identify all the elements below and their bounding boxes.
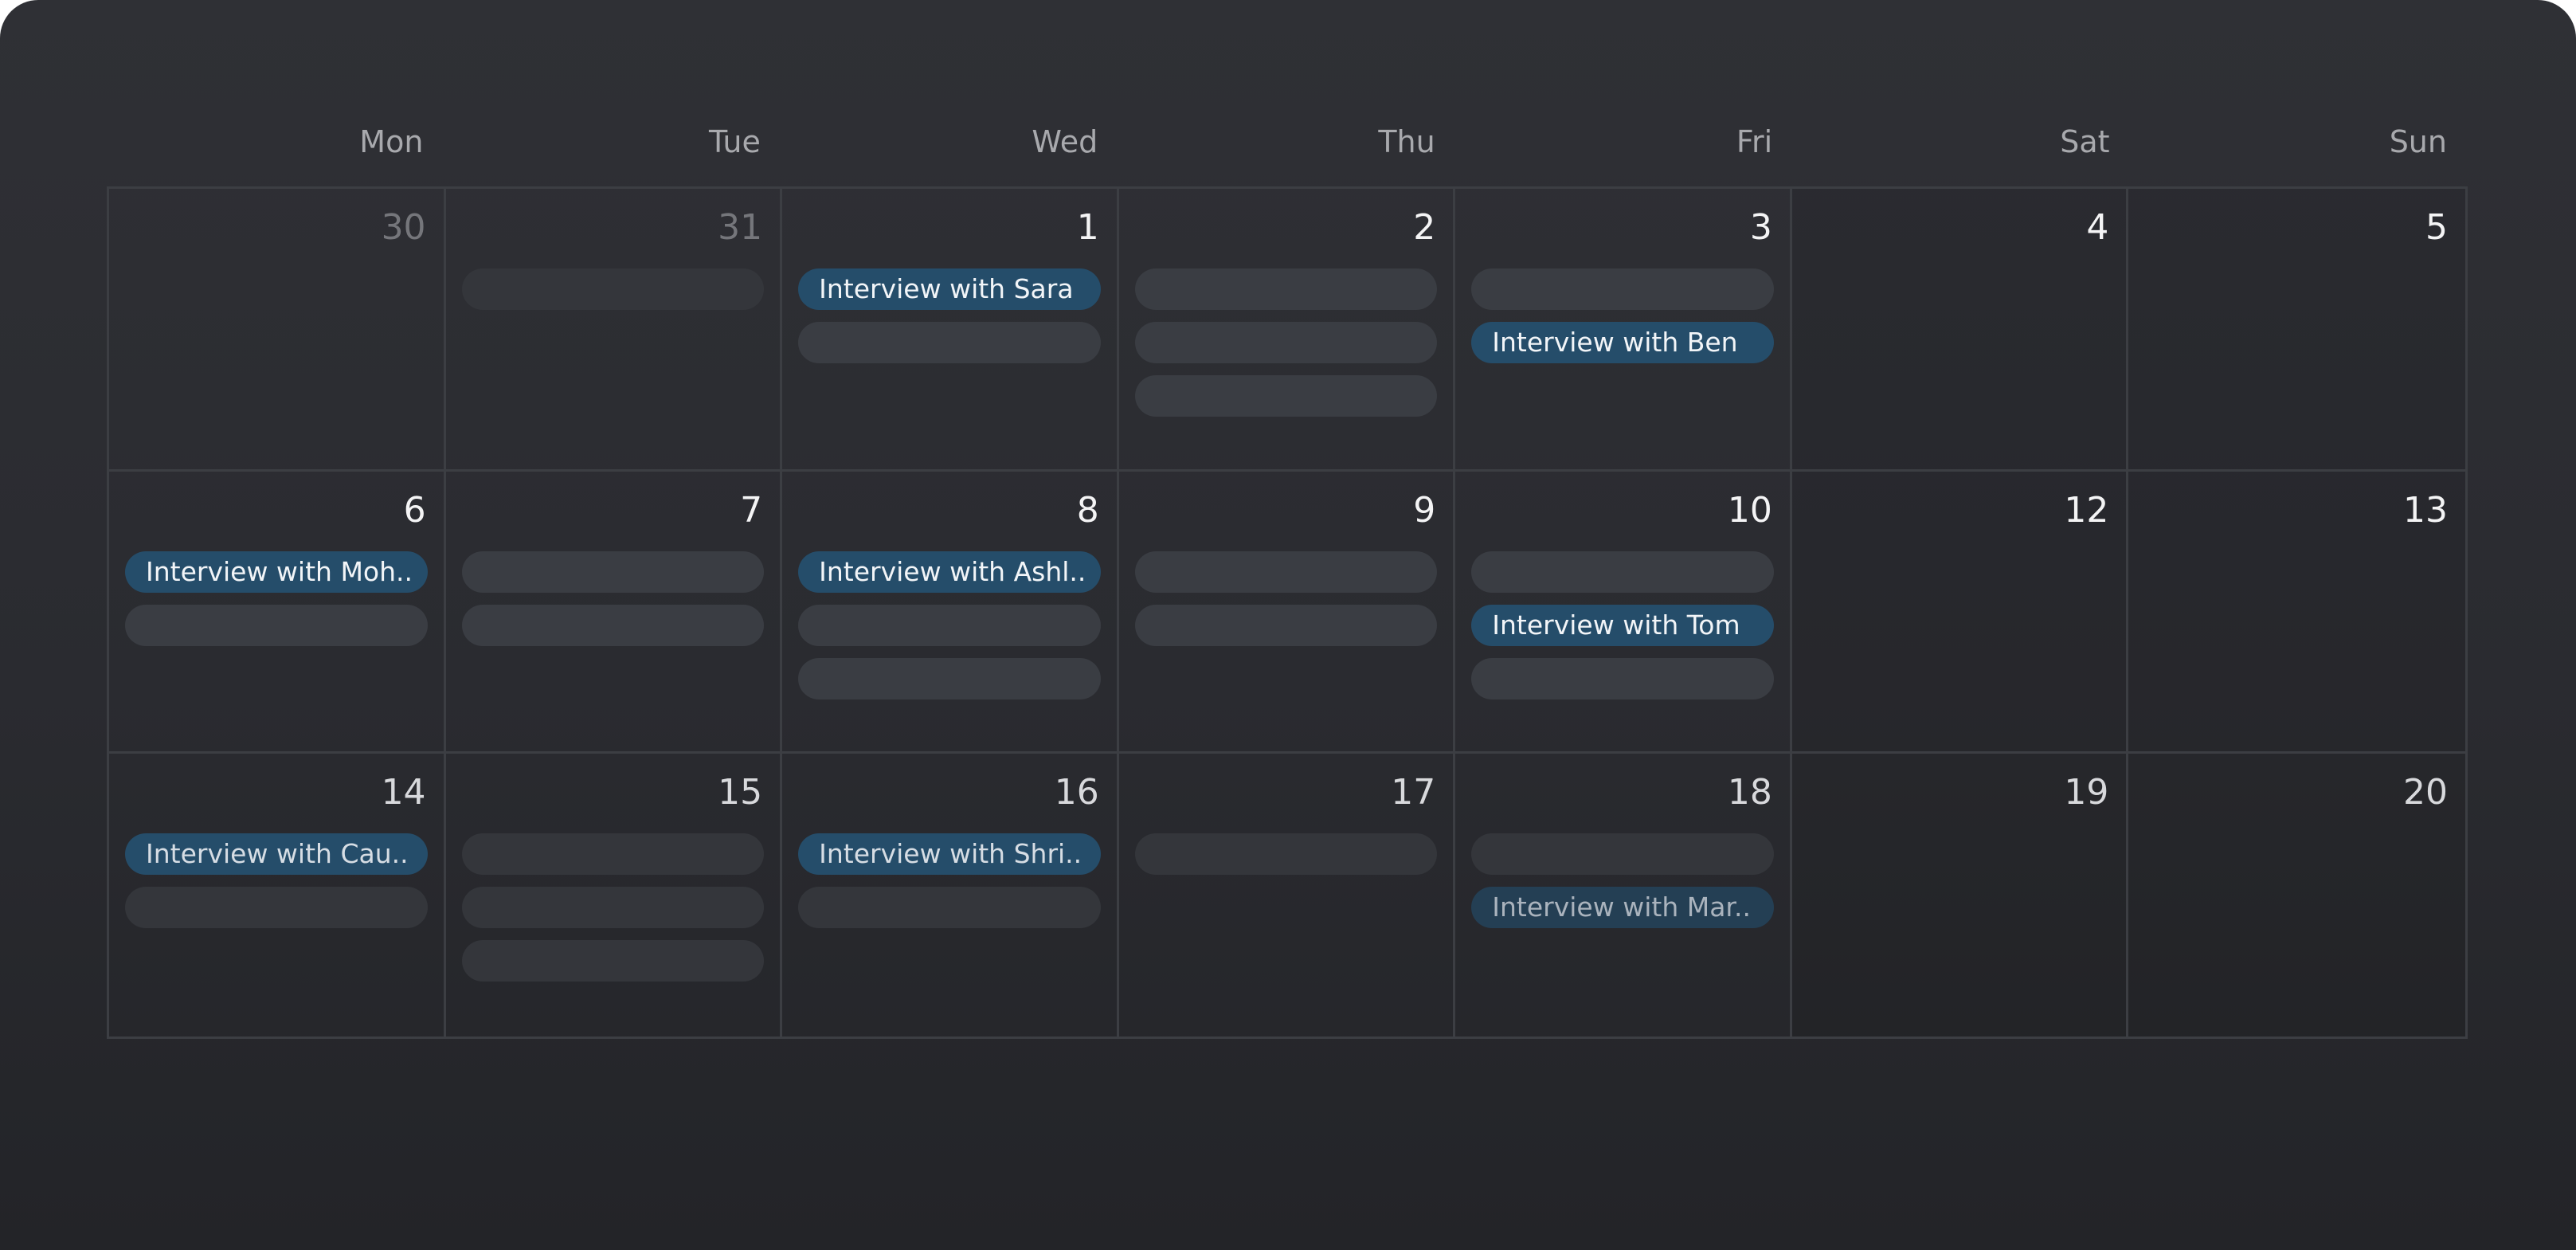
event-placeholder[interactable] <box>1471 268 1774 310</box>
weekday-header: Mon Tue Wed Thu Fri Sat Sun <box>107 118 2468 166</box>
weekday-label-wed: Wed <box>1032 124 1098 159</box>
event-chip[interactable]: Interview with Ben <box>1471 322 1774 363</box>
day-events <box>1134 551 1438 658</box>
day-number: 17 <box>1391 772 1436 813</box>
event-placeholder[interactable] <box>461 940 765 982</box>
day-cell[interactable]: 6 Interview with Moh.. <box>109 471 446 754</box>
day-number: 20 <box>2403 772 2448 813</box>
day-events: Interview with Sara <box>798 268 1101 375</box>
event-placeholder[interactable] <box>125 887 428 929</box>
event-chip[interactable]: Interview with Sara <box>798 268 1101 310</box>
day-events <box>461 833 765 993</box>
day-number: 19 <box>2064 772 2109 813</box>
day-cell[interactable]: 16 Interview with Shri.. <box>782 754 1119 1036</box>
day-events <box>461 268 765 322</box>
event-placeholder[interactable] <box>1471 833 1774 876</box>
day-events: Interview with Cau.. <box>125 833 428 940</box>
event-placeholder[interactable] <box>798 322 1101 363</box>
day-events: Interview with Ashl.. <box>798 551 1101 711</box>
day-number: 1 <box>1076 207 1099 248</box>
day-number: 18 <box>1727 772 1772 813</box>
event-placeholder[interactable] <box>1134 375 1438 417</box>
day-events: Interview with Shri.. <box>798 833 1101 940</box>
day-cell[interactable]: 15 <box>446 754 783 1036</box>
month-grid: 30 31 1 Interview with Sara 2 3 Interview with… <box>107 186 2468 1039</box>
day-cell[interactable]: 14 Interview with Cau.. <box>109 754 446 1036</box>
event-placeholder[interactable] <box>1471 657 1774 699</box>
event-chip[interactable]: Interview with Tom <box>1471 604 1774 646</box>
event-placeholder[interactable] <box>1134 551 1438 593</box>
weekday-label-fri: Fri <box>1736 124 1773 159</box>
day-cell[interactable]: 3 Interview with Ben <box>1455 189 1792 472</box>
day-events <box>1134 833 1438 887</box>
day-cell[interactable]: 9 <box>1118 471 1456 754</box>
weekday-label-sat: Sat <box>2060 124 2110 159</box>
day-number: 2 <box>1413 207 1436 248</box>
day-number: 10 <box>1727 489 1772 531</box>
weekday-label-mon: Mon <box>359 124 424 159</box>
day-number: 8 <box>1076 489 1099 531</box>
day-number: 12 <box>2064 489 2109 531</box>
event-placeholder[interactable] <box>1134 322 1438 363</box>
day-cell[interactable]: 18 Interview with Mar.. <box>1455 754 1792 1036</box>
day-cell[interactable]: 17 <box>1119 754 1456 1036</box>
day-number: 31 <box>718 207 763 248</box>
day-number: 13 <box>2403 489 2448 531</box>
day-cell[interactable]: 4 <box>1791 189 2129 472</box>
day-number: 9 <box>1413 489 1436 531</box>
event-placeholder[interactable] <box>461 604 765 646</box>
day-cell[interactable]: 12 <box>1791 471 2129 754</box>
day-number: 14 <box>381 772 426 813</box>
event-chip[interactable]: Interview with Cau.. <box>125 833 428 876</box>
day-number: 6 <box>403 489 426 531</box>
event-placeholder[interactable] <box>125 604 428 646</box>
day-cell[interactable]: 13 <box>2128 471 2465 754</box>
weekday-label-sun: Sun <box>2389 124 2447 159</box>
event-chip[interactable]: Interview with Moh.. <box>125 551 428 593</box>
day-events: Interview with Moh.. <box>125 551 428 658</box>
day-number: 3 <box>1749 207 1772 248</box>
event-placeholder[interactable] <box>461 551 765 593</box>
day-number: 4 <box>2086 207 2109 248</box>
day-number: 30 <box>381 207 426 248</box>
event-placeholder[interactable] <box>1134 268 1438 310</box>
weekday-label-tue: Tue <box>708 124 761 159</box>
day-events <box>461 551 765 658</box>
event-placeholder[interactable] <box>1471 551 1774 593</box>
day-cell[interactable]: 19 <box>1791 754 2129 1036</box>
event-placeholder[interactable] <box>1134 604 1438 646</box>
day-cell[interactable]: 2 <box>1118 189 1456 472</box>
day-cell[interactable]: 20 <box>2128 754 2465 1036</box>
event-placeholder[interactable] <box>461 887 765 929</box>
day-events: Interview with Tom <box>1471 551 1774 711</box>
event-chip[interactable]: Interview with Shri.. <box>798 833 1101 876</box>
event-placeholder[interactable] <box>798 887 1101 929</box>
event-placeholder[interactable] <box>1134 833 1438 876</box>
event-placeholder[interactable] <box>798 657 1101 699</box>
day-cell[interactable]: 8 Interview with Ashl.. <box>782 471 1119 754</box>
event-placeholder[interactable] <box>461 833 765 876</box>
day-events: Interview with Ben <box>1471 268 1774 375</box>
calendar-window: Mon Tue Wed Thu Fri Sat Sun 30 31 1 Interview wit… <box>0 0 2576 1250</box>
event-chip[interactable]: Interview with Ashl.. <box>798 551 1101 593</box>
weekday-label-thu: Thu <box>1378 124 1435 159</box>
event-placeholder[interactable] <box>461 268 765 310</box>
day-events <box>1134 268 1438 429</box>
day-number: 7 <box>740 489 763 531</box>
event-chip[interactable]: Interview with Mar.. <box>1471 887 1774 929</box>
day-events: Interview with Mar.. <box>1471 833 1774 940</box>
day-cell[interactable]: 5 <box>2128 189 2465 472</box>
day-cell[interactable]: 30 <box>109 189 446 472</box>
day-cell[interactable]: 31 <box>445 189 783 472</box>
day-number: 5 <box>2425 207 2448 248</box>
day-cell[interactable]: 10 Interview with Tom <box>1455 471 1792 754</box>
day-number: 15 <box>718 772 763 813</box>
day-number: 16 <box>1054 772 1099 813</box>
day-cell[interactable]: 1 Interview with Sara <box>782 189 1119 472</box>
event-placeholder[interactable] <box>798 604 1101 646</box>
day-cell[interactable]: 7 <box>445 471 783 754</box>
